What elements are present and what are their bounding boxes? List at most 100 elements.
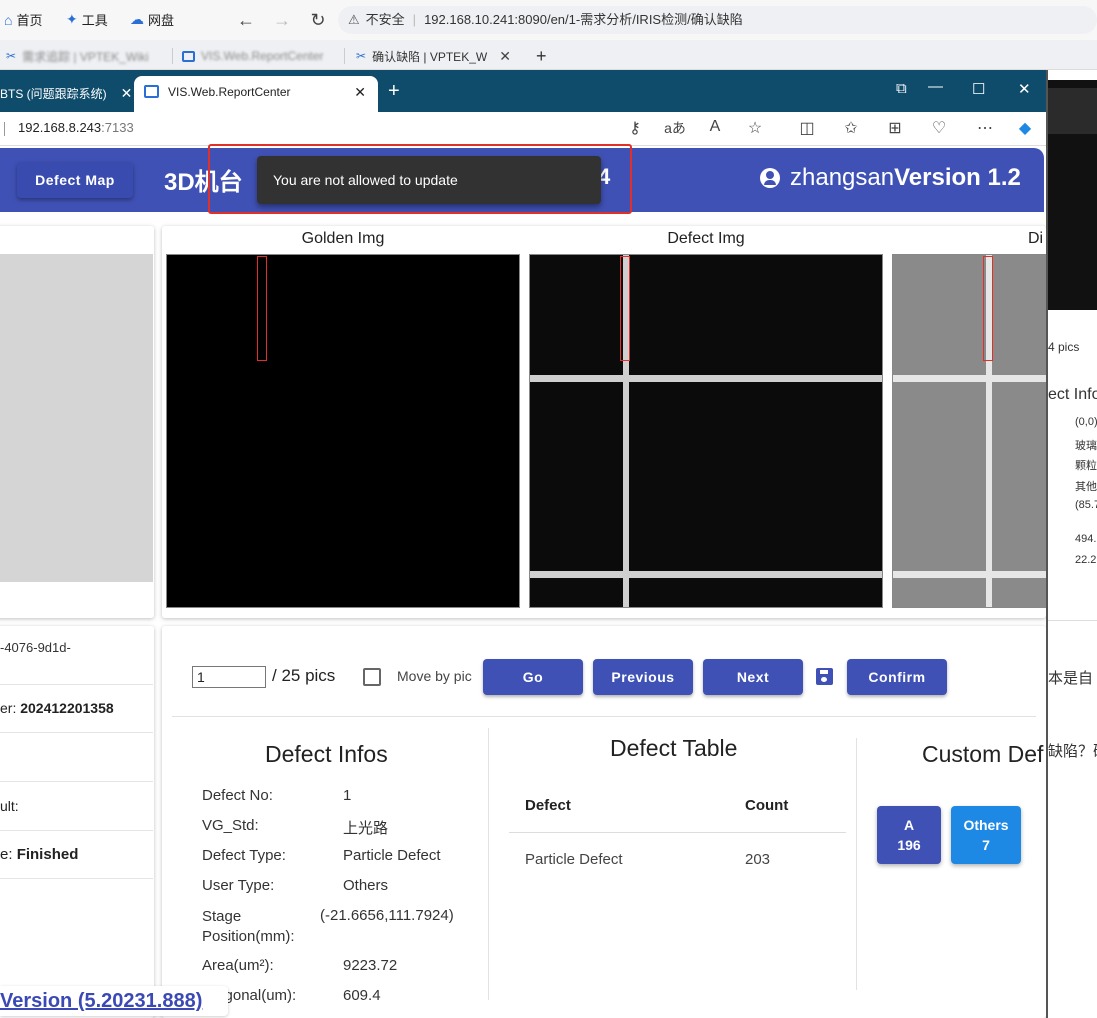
wiki-icon: ✂ — [356, 49, 367, 63]
previous-button[interactable]: Previous — [593, 659, 693, 695]
outer-tab-reportcenter[interactable]: VIS.Web.ReportCenter — [182, 46, 324, 66]
defect-marker — [620, 256, 630, 361]
copilot-icon[interactable]: ◆ — [1014, 118, 1036, 138]
account-circle-icon[interactable] — [760, 168, 780, 188]
new-tab-icon[interactable]: + — [536, 46, 547, 66]
close-icon[interactable]: ✕ — [499, 48, 511, 65]
table-header-count: Count — [745, 797, 789, 814]
bookmark-tools[interactable]: ✦ 工具 — [66, 10, 108, 29]
favorite-star-icon[interactable]: ☆ — [744, 118, 766, 138]
bg-text: 缺陷？确 — [1048, 743, 1097, 760]
save-icon[interactable] — [816, 668, 833, 685]
close-icon[interactable]: ✕ — [354, 76, 366, 109]
bg-divider — [1048, 620, 1097, 621]
info-label: VG_Std: — [202, 817, 259, 834]
confirm-button[interactable]: Confirm — [847, 659, 947, 695]
new-tab-icon[interactable]: + — [388, 80, 400, 103]
total-pics-label: / 25 pics — [272, 666, 336, 685]
maximize-icon[interactable]: ☐ — [972, 80, 985, 98]
sparkle-icon: ✦ — [66, 11, 78, 27]
outer-address-bar[interactable]: ⚠ 不安全 | 192.168.10.241:8090/en/1-需求分析/IRIS检… — [338, 6, 1097, 34]
back-icon[interactable]: ← — [234, 8, 258, 32]
bg-line: 22.2 — [1075, 554, 1097, 566]
bookmark-home[interactable]: ⌂ 首页 — [4, 10, 42, 29]
info-label: Defect Type: — [202, 847, 286, 864]
forward-icon[interactable]: → — [270, 8, 294, 32]
bg-line: 494. — [1075, 533, 1097, 545]
grid-line — [530, 375, 882, 382]
divider — [0, 732, 153, 733]
go-button[interactable]: Go — [483, 659, 583, 695]
page-number-input[interactable]: 1 — [192, 666, 266, 688]
inner-browser-window: BTS (问题跟踪系统) ✕ VIS.Web.ReportCenter ✕ + ⧉ … — [0, 70, 1048, 1018]
inner-tab-bts[interactable]: BTS (问题跟踪系统) ✕ — [0, 78, 132, 112]
table-header-defect: Defect — [525, 797, 571, 814]
inner-address-bar[interactable]: 192.168.8.243:7133 — [18, 120, 134, 135]
version-link[interactable]: Version (5.20231.888) — [0, 986, 228, 1016]
custom-defect-others-button[interactable]: Others 7 — [951, 806, 1021, 864]
annotation-highlight-box — [208, 144, 632, 214]
batch-number: er: 202412201358 — [0, 700, 114, 716]
collections-icon[interactable]: ⊞ — [884, 118, 906, 138]
bg-pics: 4 pics — [1048, 340, 1080, 354]
user-area: zhangsanVersion 1.2 — [760, 164, 1021, 192]
golden-image[interactable] — [166, 254, 520, 608]
bg-line: 其他 — [1075, 481, 1097, 493]
move-by-pic-checkbox[interactable] — [363, 668, 381, 686]
more-icon[interactable]: ⋯ — [974, 118, 996, 138]
info-value: 1 — [343, 787, 352, 804]
golden-img-title: Golden Img — [301, 230, 385, 247]
table-row-count[interactable]: 203 — [745, 851, 770, 868]
close-window-icon[interactable]: ✕ — [1018, 80, 1031, 98]
tab-actions-icon[interactable]: ⧉ — [896, 80, 907, 97]
address-divider — [4, 122, 5, 136]
username: zhangsan — [790, 164, 895, 191]
key-icon[interactable]: ⚷ — [624, 118, 646, 138]
result-label: ult: — [0, 798, 19, 814]
diff-image[interactable] — [892, 254, 1046, 608]
bg-line: (0,0) — [1075, 416, 1097, 428]
left-image-placeholder — [0, 254, 153, 582]
defect-map-button[interactable]: Defect Map — [17, 162, 133, 198]
divider — [172, 716, 1036, 717]
info-value: 9223.72 — [343, 957, 398, 974]
inner-tab-strip: BTS (问题跟踪系统) ✕ VIS.Web.ReportCenter ✕ + ⧉ … — [0, 70, 1046, 112]
warning-icon: ⚠ — [348, 12, 360, 27]
inner-tab-reportcenter[interactable]: VIS.Web.ReportCenter ✕ — [134, 76, 378, 112]
divider — [509, 832, 846, 833]
diff-img-title: Di — [1028, 230, 1044, 247]
status: e: Finished — [0, 846, 79, 863]
cloud-icon: ☁ — [130, 11, 144, 27]
grid-line — [893, 375, 1046, 382]
record-id: -4076-9d1d- — [0, 640, 71, 655]
info-label: Area(um²): — [202, 957, 274, 974]
read-aloud-icon[interactable]: A — [704, 118, 726, 136]
tab-divider — [344, 48, 345, 64]
outer-tab-wiki[interactable]: ✂ 需求追踪 | VPTEK_Wiki — [6, 46, 149, 66]
defect-infos-title: Defect Infos — [265, 741, 388, 767]
minimize-icon[interactable]: — — [928, 78, 943, 95]
translate-icon[interactable]: aあ — [664, 118, 686, 138]
bg-line: 玻璃 — [1075, 440, 1097, 452]
divider — [856, 738, 857, 990]
info-value: Particle Defect — [343, 847, 441, 864]
next-button[interactable]: Next — [703, 659, 803, 695]
bg-line: (85.7 — [1075, 499, 1097, 511]
performance-icon[interactable]: ♡ — [928, 118, 950, 138]
table-row-defect[interactable]: Particle Defect — [525, 851, 623, 868]
app-version: Version 1.2 — [894, 164, 1021, 191]
outer-tab-confirm[interactable]: ✂ 确认缺陷 | VPTEK_W ✕ — [356, 46, 511, 66]
defect-img-title: Defect Img — [667, 230, 745, 247]
divider — [488, 728, 489, 1000]
bg-info-title: ect Info — [1048, 386, 1097, 403]
defect-image[interactable] — [529, 254, 883, 608]
info-value: 上光路 — [343, 820, 389, 837]
bookmark-cloud[interactable]: ☁ 网盘 — [130, 10, 174, 29]
close-icon[interactable]: ✕ — [121, 85, 133, 101]
info-value: Others — [343, 877, 389, 894]
bg-text: 本是自 — [1048, 670, 1094, 687]
split-screen-icon[interactable]: ◫ — [796, 118, 818, 138]
favorites-icon[interactable]: ✩ — [840, 118, 862, 138]
custom-defect-a-button[interactable]: A 196 — [877, 806, 941, 864]
refresh-icon[interactable]: ↻ — [306, 8, 330, 32]
